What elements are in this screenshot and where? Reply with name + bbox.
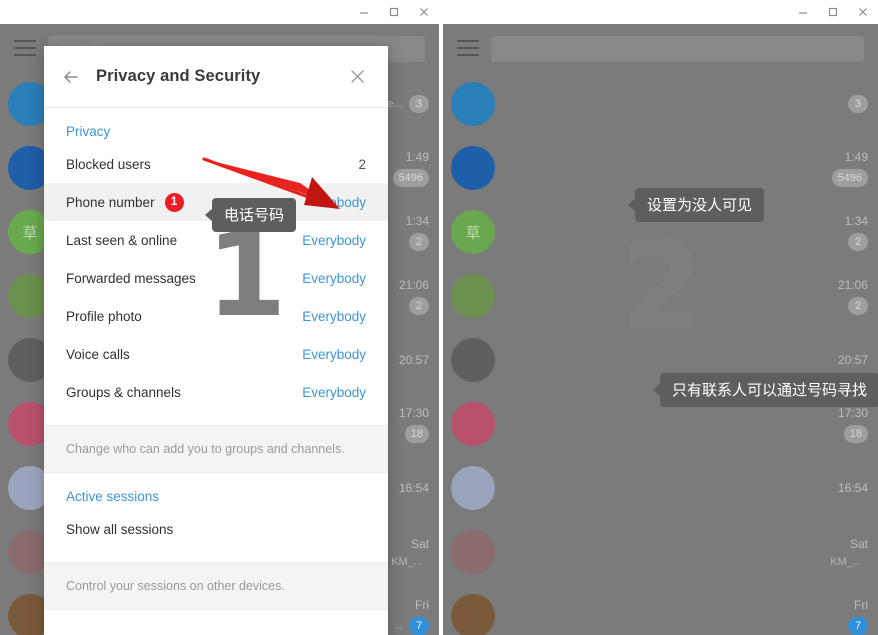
chat-timestamp: 16:54	[837, 481, 868, 495]
row-value: Everybody	[302, 270, 366, 286]
chat-timestamp: Sat	[410, 536, 429, 551]
screenshot-root: Search e... 3	[0, 0, 878, 635]
chat-timestamp: 20:57	[398, 353, 429, 367]
section-active-sessions-label[interactable]: Active sessions	[44, 473, 388, 510]
hint-sessions: Control your sessions on other devices.	[44, 562, 388, 611]
close-icon[interactable]	[409, 1, 439, 23]
chat-timestamp: 1:49	[405, 149, 429, 164]
annotation-badge-1: 1	[164, 192, 184, 212]
unread-badge: 2	[409, 232, 429, 251]
chat-timestamp: 16:54	[398, 481, 429, 495]
unread-badge: 5496	[831, 168, 868, 187]
avatar[interactable]	[451, 274, 495, 318]
chat-preview: KM_...	[391, 555, 423, 568]
maximize-icon[interactable]	[818, 1, 848, 23]
avatar-label: 草	[465, 224, 481, 242]
row-value: Everybody	[302, 232, 366, 248]
list-item[interactable]: 3	[443, 72, 878, 136]
row-label: Last seen & online	[66, 232, 178, 248]
chat-timestamp: 21:06	[837, 277, 868, 292]
row-label: Blocked users	[66, 156, 151, 172]
avatar[interactable]	[451, 402, 495, 446]
unread-badge: 3	[848, 95, 868, 113]
avatar[interactable]: 草	[451, 210, 495, 254]
chat-timestamp: 21:06	[398, 277, 429, 292]
unread-badge: 3	[409, 95, 429, 113]
search-input[interactable]	[491, 36, 864, 62]
chat-timestamp: 17:30	[837, 405, 868, 420]
hint-groups: Change who can add you to groups and cha…	[44, 425, 388, 474]
titlebar-left	[0, 0, 439, 24]
row-label: Groups & channels	[66, 384, 181, 400]
row-label: Forwarded messages	[66, 270, 196, 286]
unread-badge: 5496	[392, 168, 429, 187]
list-item[interactable]: Fri 7	[443, 584, 878, 635]
setting-row-blocked-users[interactable]: Blocked users 2	[44, 145, 388, 183]
row-value: Everybody	[302, 346, 366, 362]
row-label: Voice calls	[66, 346, 130, 362]
row-label: Show all sessions	[66, 521, 174, 537]
unread-badge: 2	[848, 296, 868, 315]
step-tooltip-3: 只有联系人可以通过号码寻找	[660, 373, 878, 407]
close-icon[interactable]	[340, 60, 374, 94]
chat-preview: e...	[387, 98, 403, 110]
unread-badge: 18	[404, 424, 429, 443]
back-arrow-icon[interactable]	[54, 60, 88, 94]
setting-row-groups-channels[interactable]: Groups & channels Everybody	[44, 373, 388, 411]
list-item[interactable]: Sat KM_...	[443, 520, 878, 584]
avatar[interactable]	[451, 530, 495, 574]
hamburger-menu-icon[interactable]	[457, 40, 479, 56]
unread-badge: 18	[843, 424, 868, 443]
setting-row-show-all-sessions[interactable]: Show all sessions	[44, 510, 388, 548]
chat-timestamp: 1:34	[844, 213, 868, 228]
chat-timestamp: Fri	[854, 597, 868, 612]
avatar[interactable]	[451, 82, 495, 126]
avatar[interactable]	[451, 338, 495, 382]
chat-timestamp: Fri	[415, 597, 429, 612]
page-title: Privacy and Security	[96, 67, 261, 85]
row-value: 2	[358, 156, 366, 172]
unread-badge: 2	[409, 296, 429, 315]
hamburger-menu-icon[interactable]	[14, 40, 36, 56]
dialog-header: Privacy and Security	[44, 46, 388, 108]
chat-timestamp: 1:34	[405, 213, 429, 228]
avatar[interactable]	[451, 594, 495, 635]
list-item[interactable]: 16:54	[443, 456, 878, 520]
maximize-icon[interactable]	[379, 1, 409, 23]
minimize-icon[interactable]	[788, 1, 818, 23]
step-tooltip-1: 电话号码	[212, 198, 297, 232]
row-label: Phone number	[66, 194, 155, 210]
unread-badge: 2	[848, 232, 868, 251]
row-value: Nobody	[319, 194, 366, 210]
telegram-window-left: Search e... 3	[0, 0, 439, 635]
chat-timestamp: 20:57	[837, 353, 868, 367]
chat-timestamp: 17:30	[398, 405, 429, 420]
section-privacy-label: Privacy	[66, 124, 111, 139]
step-tooltip-2: 设置为没人可见	[635, 188, 765, 222]
row-value: Everybody	[302, 308, 366, 324]
chat-preview: KM_...	[830, 555, 862, 568]
chat-timestamp: 1:49	[844, 149, 868, 164]
step-watermark-1: 1	[206, 208, 287, 343]
close-icon[interactable]	[848, 1, 878, 23]
row-value: Everybody	[302, 384, 366, 400]
row-label: Profile photo	[66, 308, 142, 324]
minimize-icon[interactable]	[349, 1, 379, 23]
titlebar-right	[443, 0, 878, 24]
chat-preview: ...	[393, 619, 403, 632]
avatar[interactable]	[451, 146, 495, 190]
unread-badge: 7	[409, 616, 429, 635]
chat-timestamp: Sat	[849, 536, 868, 551]
avatar[interactable]	[451, 466, 495, 510]
step-watermark-2: 2	[620, 218, 704, 357]
unread-badge: 7	[848, 616, 868, 635]
